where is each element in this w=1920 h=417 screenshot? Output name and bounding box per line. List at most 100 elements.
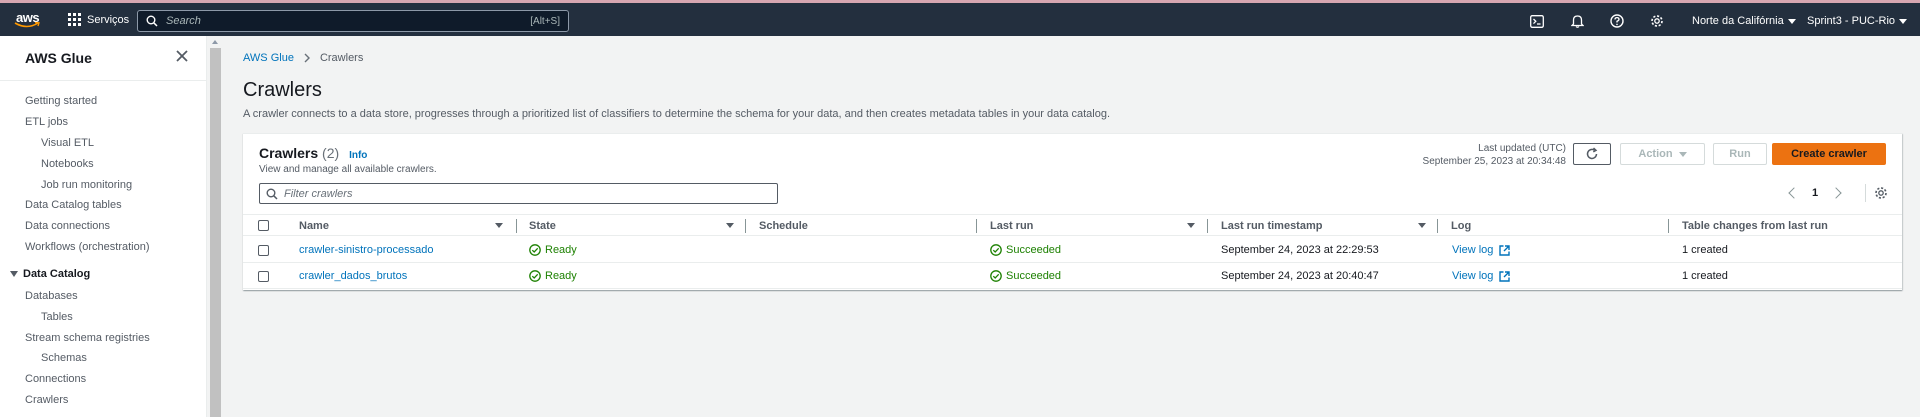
chevron-left-icon[interactable] (1788, 187, 1800, 199)
column-header-schedule[interactable]: Schedule (759, 220, 808, 232)
expand-caret-icon (10, 271, 18, 277)
table-row[interactable]: crawler_dados_brutos Ready Succeeded Sep… (243, 263, 1902, 289)
column-divider[interactable] (516, 219, 517, 233)
state-label: Ready (545, 270, 577, 282)
chevron-down-icon (1787, 18, 1796, 24)
sidebar-item-data-catalog-tables[interactable]: Data Catalog tables (25, 199, 122, 211)
apps-grid-icon (68, 13, 81, 26)
cloudshell-icon[interactable] (1529, 13, 1545, 29)
table-preferences-icon[interactable] (1874, 186, 1888, 203)
sort-icon[interactable] (495, 223, 503, 228)
chevron-right-icon (304, 53, 310, 63)
column-divider[interactable] (976, 219, 977, 233)
panel-subtitle: View and manage all available crawlers. (259, 164, 437, 175)
row-checkbox[interactable] (258, 271, 269, 282)
external-link-icon (1499, 244, 1511, 256)
last-run-timestamp-cell: September 24, 2023 at 22:29:53 (1221, 244, 1379, 256)
sidebar-title[interactable]: AWS Glue (25, 50, 92, 66)
column-header-state[interactable]: State (529, 220, 556, 232)
page-description: A crawler connects to a data store, prog… (243, 108, 1111, 120)
sidebar-item-tables[interactable]: Tables (41, 311, 73, 323)
table-row[interactable]: crawler-sinistro-processado Ready Succee… (243, 237, 1902, 263)
sort-icon[interactable] (1187, 223, 1195, 228)
last-run-timestamp-cell: September 24, 2023 at 20:40:47 (1221, 270, 1379, 282)
scroll-up-icon[interactable] (212, 40, 218, 44)
crawler-name-link[interactable]: crawler_dados_brutos (299, 270, 407, 282)
breadcrumb: AWS Glue Crawlers (243, 52, 363, 64)
sidebar-scrollbar[interactable] (208, 36, 223, 417)
search-icon (146, 15, 158, 27)
sidebar-section-label: Data Catalog (23, 268, 91, 280)
refresh-button[interactable] (1573, 143, 1611, 165)
sidebar-item-connections[interactable]: Connections (25, 373, 86, 385)
scrollbar-thumb[interactable] (210, 48, 221, 417)
aws-smile-icon (14, 22, 40, 28)
sidebar-item-databases[interactable]: Databases (25, 290, 78, 302)
chevron-down-icon (1899, 18, 1908, 24)
row-checkbox[interactable] (258, 245, 269, 256)
last-run-cell: Succeeded (990, 244, 1061, 256)
breadcrumb-aws-glue[interactable]: AWS Glue (243, 52, 294, 64)
chevron-down-icon (1678, 151, 1687, 157)
last-run-label: Succeeded (1006, 270, 1062, 282)
sidebar-item-etl-jobs[interactable]: ETL jobs (25, 116, 68, 128)
last-updated: Last updated (UTC) September 25, 2023 at… (1423, 142, 1566, 168)
region-selector[interactable]: Norte da Califórnia (1692, 15, 1796, 27)
settings-icon[interactable] (1649, 13, 1665, 29)
panel-header: Crawlers (2) Info (259, 145, 367, 161)
sidebar-item-schemas[interactable]: Schemas (41, 352, 87, 364)
side-navigation: AWS Glue Getting started ETL jobs Visual… (0, 36, 207, 417)
create-crawler-button[interactable]: Create crawler (1772, 143, 1886, 165)
view-log-link[interactable]: View log (1452, 270, 1511, 282)
sort-icon[interactable] (726, 223, 734, 228)
column-header-log[interactable]: Log (1451, 220, 1471, 232)
column-divider[interactable] (745, 219, 746, 233)
filter-input[interactable] (284, 187, 771, 200)
top-navigation: aws Serviços [Alt+S] Norte da Califórnia… (0, 0, 1920, 36)
help-icon[interactable] (1609, 13, 1625, 29)
panel-title: Crawlers (259, 145, 319, 161)
services-menu-button[interactable]: Serviços (68, 13, 129, 26)
sidebar-item-data-connections[interactable]: Data connections (25, 220, 110, 232)
page-number[interactable]: 1 (1812, 187, 1818, 199)
table-changes-cell: 1 created (1682, 270, 1728, 282)
region-label: Norte da Califórnia (1692, 15, 1784, 27)
sidebar-item-crawlers[interactable]: Crawlers (25, 394, 68, 406)
sidebar-item-visual-etl[interactable]: Visual ETL (41, 137, 94, 149)
view-log-link[interactable]: View log (1452, 244, 1511, 256)
aws-logo[interactable]: aws (14, 9, 44, 31)
sidebar-item-stream-schema-registries[interactable]: Stream schema registries (25, 332, 150, 344)
pager-divider (1865, 184, 1866, 202)
filter-crawlers[interactable] (259, 183, 778, 204)
column-divider[interactable] (1668, 219, 1669, 233)
bell-icon[interactable] (1569, 13, 1585, 29)
column-divider[interactable] (1207, 219, 1208, 233)
crawlers-table-panel: Crawlers (2) Info View and manage all av… (243, 133, 1902, 290)
sort-icon[interactable] (1418, 223, 1426, 228)
column-header-table-changes[interactable]: Table changes from last run (1682, 220, 1828, 232)
sidebar-item-job-run-monitoring[interactable]: Job run monitoring (41, 179, 132, 191)
run-button[interactable]: Run (1713, 143, 1767, 165)
column-divider[interactable] (1437, 219, 1438, 233)
chevron-right-icon[interactable] (1830, 187, 1842, 199)
state-cell: Ready (529, 270, 577, 282)
column-header-name[interactable]: Name (299, 220, 329, 232)
close-icon[interactable] (176, 50, 190, 64)
sidebar-item-notebooks[interactable]: Notebooks (41, 158, 94, 170)
sidebar-section-data-catalog[interactable]: Data Catalog (10, 268, 90, 280)
crawler-name-link[interactable]: crawler-sinistro-processado (299, 244, 434, 256)
column-header-last-run[interactable]: Last run (990, 220, 1033, 232)
action-dropdown-button[interactable]: Action (1620, 143, 1705, 165)
account-menu[interactable]: Sprint3 - PUC-Rio (1807, 15, 1908, 27)
info-link[interactable]: Info (349, 150, 367, 161)
search-input[interactable] (166, 15, 531, 27)
sidebar-item-getting-started[interactable]: Getting started (25, 95, 97, 107)
table-changes-cell: 1 created (1682, 244, 1728, 256)
sidebar-item-workflows[interactable]: Workflows (orchestration) (25, 241, 150, 253)
status-ok-icon (529, 244, 541, 256)
pagination: 1 (1788, 187, 1842, 199)
column-header-last-run-timestamp[interactable]: Last run timestamp (1221, 220, 1322, 232)
status-ok-icon (990, 270, 1002, 282)
global-search[interactable]: [Alt+S] (137, 10, 569, 32)
select-all-checkbox[interactable] (258, 220, 269, 231)
